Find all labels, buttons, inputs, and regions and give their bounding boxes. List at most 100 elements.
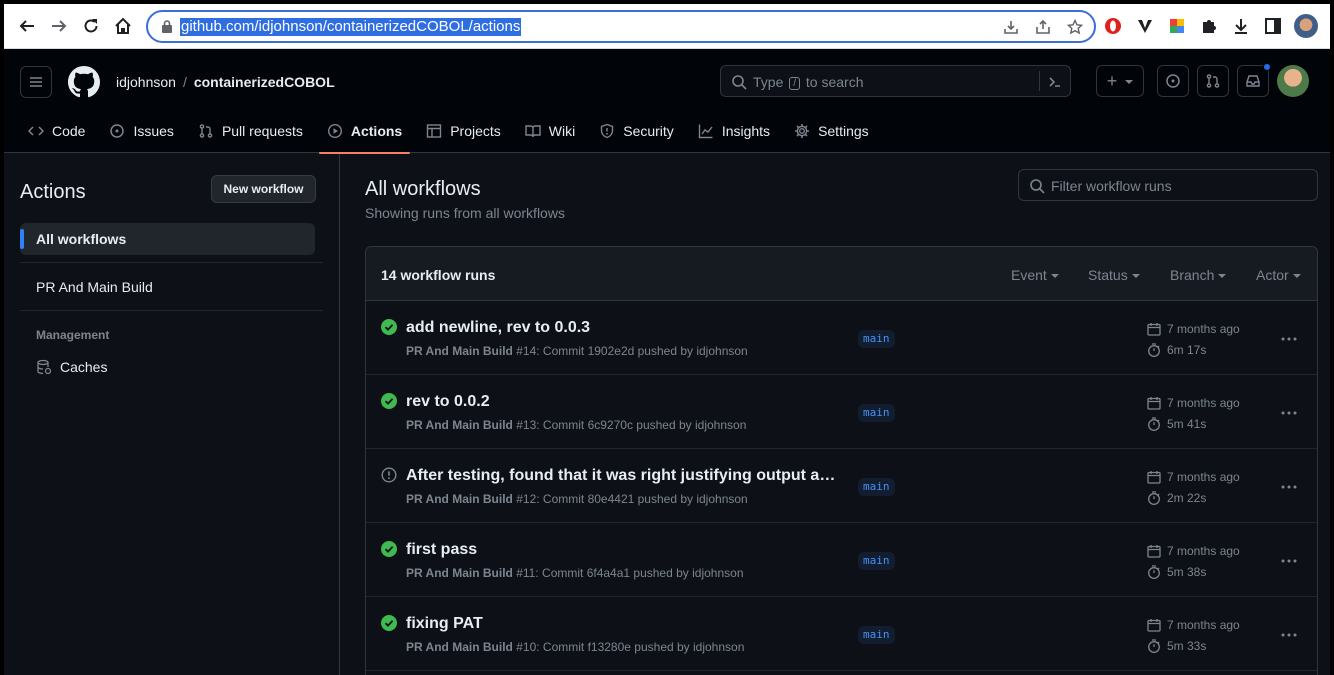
star-icon[interactable]: [1067, 19, 1083, 35]
filter-placeholder: Filter workflow runs: [1051, 178, 1172, 194]
workflow-run-row[interactable]: add newline, rev to 0.0.3 PR And Main Bui…: [366, 301, 1317, 375]
search-divider: [1039, 71, 1040, 91]
address-bar[interactable]: github.com/idjohnson/containerizedCOBOL/…: [146, 10, 1096, 43]
tab-insights[interactable]: Insights: [690, 109, 778, 153]
hamburger-icon: [30, 77, 42, 87]
run-timestamp: 7 months ago: [1147, 322, 1240, 336]
install-app-icon[interactable]: [1003, 19, 1019, 35]
tab-code[interactable]: Code: [20, 109, 93, 153]
branch-label[interactable]: main: [858, 626, 895, 644]
play-icon: [327, 123, 342, 139]
shield-icon: [601, 123, 614, 139]
tab-pull-requests[interactable]: Pull requests: [190, 109, 311, 153]
profile-avatar[interactable]: [1294, 14, 1318, 38]
kebab-menu-icon[interactable]: [1280, 478, 1298, 496]
tab-label: Actions: [350, 123, 403, 139]
branch-label[interactable]: main: [858, 552, 895, 570]
check-circle-icon: [381, 541, 397, 557]
sidebar-item-pr-and-main-build[interactable]: PR And Main Build: [20, 271, 315, 303]
color-picker-extension-icon[interactable]: [1167, 16, 1187, 36]
workflow-run-row[interactable]: first pass PR And Main Build #11: Commit …: [366, 523, 1317, 597]
lock-icon: [162, 20, 172, 33]
sidebar-item-caches[interactable]: Caches: [20, 351, 315, 383]
run-title-link[interactable]: add newline, rev to 0.0.3: [406, 319, 590, 337]
kebab-menu-icon[interactable]: [1280, 330, 1298, 348]
plus-icon: +: [1106, 70, 1118, 91]
vivaldi-extension-icon[interactable]: [1135, 16, 1155, 36]
workflow-runs-list: add newline, rev to 0.0.3 PR And Main Bui…: [366, 301, 1317, 671]
user-avatar[interactable]: [1277, 65, 1309, 97]
kebab-menu-icon[interactable]: [1280, 552, 1298, 570]
breadcrumb-separator: /: [182, 74, 187, 90]
stopwatch-icon: [1147, 343, 1161, 357]
caches-label: Caches: [60, 359, 108, 375]
repo-name-link[interactable]: containerizedCOBOL: [194, 74, 335, 90]
sidebar-title: Actions: [20, 181, 86, 203]
download-icon[interactable]: [1231, 16, 1251, 36]
run-title-link[interactable]: After testing, found that it was right j…: [406, 467, 842, 485]
workflow-run-row[interactable]: After testing, found that it was right j…: [366, 449, 1317, 523]
tab-settings[interactable]: Settings: [786, 109, 877, 153]
tab-label: Settings: [818, 123, 869, 139]
calendar-icon: [1147, 322, 1161, 336]
calendar-icon: [1147, 544, 1161, 558]
run-timestamp: 7 months ago: [1147, 544, 1240, 558]
slash-key-hint: /: [789, 77, 801, 90]
sidebar-item-all-workflows[interactable]: All workflows: [20, 223, 315, 255]
breadcrumb: idjohnson / containerizedCOBOL: [116, 74, 335, 90]
opera-extension-icon[interactable]: [1103, 16, 1123, 36]
issue-icon: [110, 124, 125, 138]
kebab-menu-icon[interactable]: [1280, 626, 1298, 644]
branch-label[interactable]: main: [858, 404, 895, 422]
home-icon[interactable]: [111, 14, 135, 38]
new-workflow-button[interactable]: New workflow: [211, 175, 316, 203]
event-filter-dropdown[interactable]: Event: [1011, 267, 1059, 283]
branch-label[interactable]: main: [858, 478, 895, 496]
repo-owner-link[interactable]: idjohnson: [116, 74, 176, 90]
kebab-menu-icon[interactable]: [1280, 404, 1298, 422]
url-text[interactable]: github.com/idjohnson/containerizedCOBOL/…: [180, 18, 522, 36]
check-circle-icon: [381, 393, 397, 409]
actor-filter-dropdown[interactable]: Actor: [1256, 267, 1301, 283]
side-panel-icon[interactable]: [1263, 16, 1283, 36]
run-description: PR And Main Build #10: Commit f13280e pu…: [406, 640, 744, 654]
github-logo-icon[interactable]: [68, 66, 100, 98]
tab-projects[interactable]: Projects: [418, 109, 509, 153]
reload-icon[interactable]: [79, 14, 103, 38]
pull-requests-icon[interactable]: [1197, 65, 1229, 97]
browser-window: github.com/idjohnson/containerizedCOBOL/…: [4, 4, 1330, 675]
tab-security[interactable]: Security: [591, 109, 682, 153]
back-icon[interactable]: [15, 14, 39, 38]
stopwatch-icon: [1147, 639, 1161, 653]
issues-icon[interactable]: [1157, 65, 1189, 97]
tab-issues[interactable]: Issues: [101, 109, 181, 153]
tab-label: Insights: [721, 123, 771, 139]
run-description: PR And Main Build #13: Commit 6c9270c pu…: [406, 418, 746, 432]
forward-icon[interactable]: [47, 14, 71, 38]
status-filter-dropdown[interactable]: Status: [1088, 267, 1140, 283]
branch-label[interactable]: main: [858, 330, 895, 348]
workflow-runs-table: 14 workflow runs Event Status Branch Act…: [365, 246, 1318, 675]
run-title-link[interactable]: rev to 0.0.2: [406, 393, 490, 411]
search-input[interactable]: Type / to search: [720, 65, 1071, 97]
run-title-link[interactable]: fixing PAT: [406, 615, 483, 633]
run-workflow-name: PR And Main Build: [406, 418, 513, 432]
chevron-down-icon: [1131, 274, 1140, 278]
tab-actions[interactable]: Actions: [318, 109, 411, 154]
share-icon[interactable]: [1035, 19, 1051, 35]
branch-filter-dropdown[interactable]: Branch: [1170, 267, 1227, 283]
run-duration: 2m 22s: [1147, 491, 1206, 505]
create-new-button[interactable]: +: [1096, 65, 1144, 97]
workflow-run-row[interactable]: rev to 0.0.2 PR And Main Build #13: Commi…: [366, 375, 1317, 449]
stopwatch-icon: [1147, 491, 1161, 505]
puzzle-icon[interactable]: [1199, 16, 1219, 36]
calendar-icon: [1147, 618, 1161, 632]
menu-button[interactable]: [20, 66, 52, 98]
browser-toolbar: github.com/idjohnson/containerizedCOBOL/…: [4, 4, 1330, 49]
run-title-link[interactable]: first pass: [406, 541, 477, 559]
filter-workflow-runs-input[interactable]: Filter workflow runs: [1018, 169, 1318, 201]
database-icon: [37, 359, 52, 375]
tab-wiki[interactable]: Wiki: [517, 109, 583, 153]
workflow-run-row[interactable]: fixing PAT PR And Main Build #10: Commit …: [366, 597, 1317, 671]
github-header: idjohnson / containerizedCOBOL Type / to…: [4, 49, 1330, 154]
